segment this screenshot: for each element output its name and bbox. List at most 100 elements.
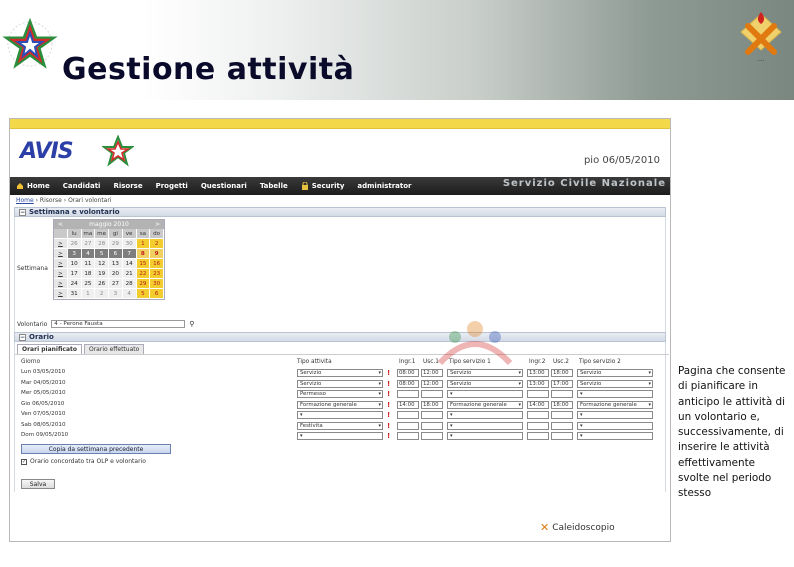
exit1-input[interactable]: 12:00	[421, 369, 443, 377]
entry2-input[interactable]	[527, 411, 549, 419]
volunteer-input[interactable]: 4 - Perone Fausta	[51, 320, 186, 328]
calendar-day[interactable]: 24	[67, 279, 82, 289]
calendar-day[interactable]: 2	[95, 289, 109, 299]
activity-type-select[interactable]: Servizio	[297, 369, 383, 377]
entry1-input[interactable]: 14:00	[397, 400, 419, 409]
service1-select[interactable]: Servizio	[447, 379, 523, 388]
nav-candidati[interactable]: Candidati	[57, 182, 108, 190]
exit2-input[interactable]: 17:00	[551, 379, 573, 388]
exit1-input[interactable]: 18:00	[421, 400, 443, 409]
activity-type-select[interactable]: Festivita	[297, 421, 383, 430]
calendar-day[interactable]: 31	[67, 289, 82, 299]
calendar-day[interactable]: 15	[136, 259, 151, 269]
exit1-input[interactable]	[421, 432, 443, 440]
calendar-day[interactable]: 29	[136, 279, 151, 289]
exit2-input[interactable]	[551, 390, 573, 398]
calendar-day[interactable]: 11	[81, 259, 96, 269]
copy-previous-week-button[interactable]: Copia da settimana precedente	[21, 444, 171, 454]
service2-select[interactable]: Servizio	[577, 369, 653, 377]
calendar-day[interactable]: 6	[150, 289, 164, 299]
service1-select[interactable]	[447, 390, 523, 398]
service2-select[interactable]: Formazione generale	[577, 400, 653, 409]
activity-type-select[interactable]: Servizio	[297, 379, 383, 388]
entry2-input[interactable]: 13:00	[527, 369, 549, 377]
service1-select[interactable]	[447, 411, 523, 419]
calendar-prev-button[interactable]: <	[58, 221, 63, 228]
calendar-day[interactable]: 3	[67, 249, 82, 259]
exit2-input[interactable]	[551, 432, 573, 440]
calendar-day[interactable]: 27	[81, 239, 96, 249]
exit1-input[interactable]	[421, 411, 443, 419]
activity-type-select[interactable]: Permesso	[297, 390, 383, 398]
service1-select[interactable]	[447, 432, 523, 440]
entry1-input[interactable]	[397, 390, 419, 398]
agreement-checkbox[interactable]: ✓	[21, 458, 27, 465]
calendar-day[interactable]: 1	[81, 289, 96, 299]
collapse-icon[interactable]: −	[19, 333, 26, 341]
nav-questionari[interactable]: Questionari	[195, 182, 254, 190]
calendar-day[interactable]: 12	[95, 259, 109, 269]
calendar-day[interactable]: 17	[67, 269, 82, 279]
service1-select[interactable]: Servizio	[447, 369, 523, 377]
calendar-day[interactable]: 9	[150, 249, 164, 259]
calendar-day[interactable]: 28	[122, 279, 137, 289]
calendar-day[interactable]: 26	[67, 239, 82, 249]
exit1-input[interactable]	[421, 390, 443, 398]
calendar-day[interactable]: 16	[150, 259, 164, 269]
entry1-input[interactable]	[397, 432, 419, 440]
calendar-day[interactable]: 3	[109, 289, 123, 299]
week-select-button[interactable]: >	[54, 279, 68, 289]
activity-type-select[interactable]	[297, 432, 383, 440]
service2-select[interactable]	[577, 411, 653, 419]
week-select-button[interactable]: >	[54, 239, 68, 249]
tab-orario-pianificato[interactable]: Orari pianificato	[17, 344, 82, 354]
calendar-day[interactable]: 30	[150, 279, 164, 289]
entry1-input[interactable]: 08:00	[397, 379, 419, 388]
nav-progetti[interactable]: Progetti	[150, 182, 195, 190]
activity-type-select[interactable]	[297, 411, 383, 419]
calendar-day[interactable]: 23	[150, 269, 164, 279]
calendar-day[interactable]: 29	[109, 239, 123, 249]
calendar-day[interactable]: 8	[136, 249, 151, 259]
service1-select[interactable]: Formazione generale	[447, 400, 523, 409]
calendar-day[interactable]: 18	[81, 269, 96, 279]
week-select-button[interactable]: >	[54, 269, 68, 279]
exit1-input[interactable]	[421, 421, 443, 430]
calendar-day[interactable]: 13	[109, 259, 123, 269]
activity-type-select[interactable]: Formazione generale	[297, 400, 383, 409]
service1-select[interactable]	[447, 421, 523, 430]
breadcrumb-home-link[interactable]: Home	[16, 197, 34, 204]
exit2-input[interactable]	[551, 421, 573, 430]
entry2-input[interactable]: 14:00	[527, 400, 549, 409]
entry2-input[interactable]	[527, 390, 549, 398]
save-button[interactable]: Salva	[21, 479, 55, 489]
exit2-input[interactable]: 18:00	[551, 400, 573, 409]
calendar-day[interactable]: 4	[81, 249, 96, 259]
calendar-day[interactable]: 1	[136, 239, 151, 249]
week-select-button[interactable]: >	[54, 259, 68, 269]
service2-select[interactable]	[577, 390, 653, 398]
entry1-input[interactable]	[397, 411, 419, 419]
calendar-day[interactable]: 27	[109, 279, 123, 289]
entry1-input[interactable]: 08:00	[397, 369, 419, 377]
calendar-day[interactable]: 2	[150, 239, 164, 249]
calendar-day[interactable]: 19	[95, 269, 109, 279]
collapse-icon[interactable]: −	[19, 208, 26, 216]
calendar-day[interactable]: 28	[95, 239, 109, 249]
tab-orario-effettuato[interactable]: Orario effettuato	[83, 344, 145, 354]
calendar-day[interactable]: 5	[136, 289, 151, 299]
calendar-day[interactable]: 5	[95, 249, 109, 259]
exit1-input[interactable]: 12:00	[421, 379, 443, 388]
service2-select[interactable]	[577, 432, 653, 440]
calendar-day[interactable]: 6	[109, 249, 123, 259]
volunteer-search-icon[interactable]: ⚲	[189, 320, 194, 328]
exit2-input[interactable]	[551, 411, 573, 419]
nav-risorse[interactable]: Risorse	[107, 182, 149, 190]
calendar-day[interactable]: 20	[109, 269, 123, 279]
calendar-day[interactable]: 22	[136, 269, 151, 279]
nav-home[interactable]: Home	[10, 182, 57, 190]
entry2-input[interactable]	[527, 432, 549, 440]
nav-security[interactable]: Security	[295, 182, 352, 190]
entry2-input[interactable]	[527, 421, 549, 430]
service2-select[interactable]: Servizio	[577, 379, 653, 388]
